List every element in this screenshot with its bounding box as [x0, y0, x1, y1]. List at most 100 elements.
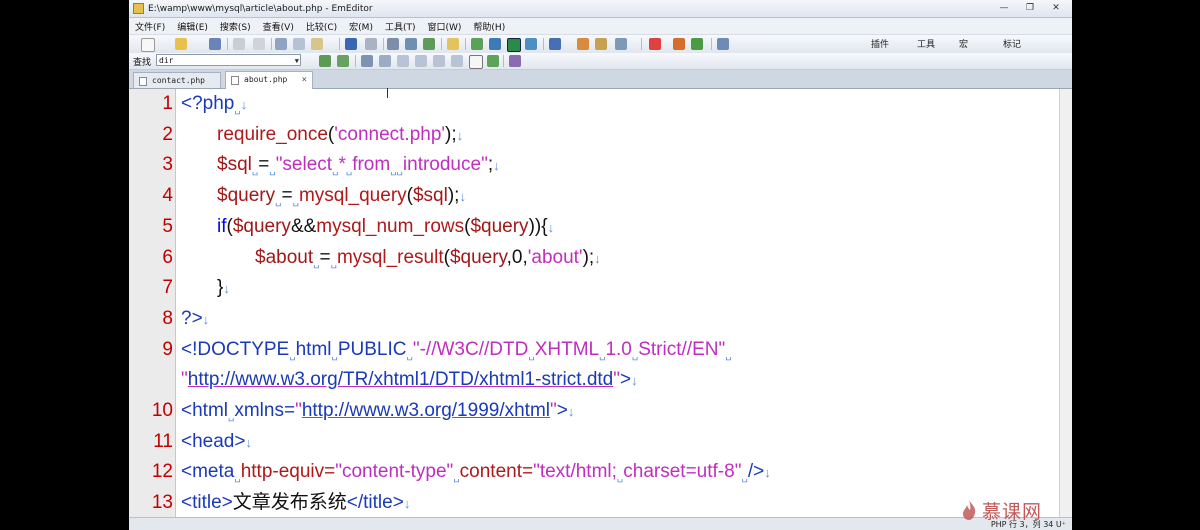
code-token: > — [556, 400, 568, 421]
wrap-icon[interactable] — [489, 38, 501, 50]
wildcard-icon[interactable] — [451, 55, 463, 67]
highlight-icon[interactable] — [447, 38, 459, 50]
code-line[interactable]: 10 <html␣xmlns="http://www.w3.org/1999/xh… — [129, 396, 1072, 426]
code-token: <!DOCTYPE — [181, 338, 290, 360]
find-up-icon[interactable] — [337, 55, 349, 67]
menu-edit[interactable]: 编辑(E) — [171, 20, 214, 33]
line-end-icon: ↓ — [223, 281, 230, 297]
find-dialog-icon[interactable] — [361, 55, 373, 67]
highlight-search-icon[interactable] — [469, 55, 483, 69]
sync-scroll-icon[interactable] — [577, 38, 589, 50]
code-line[interactable]: 5 if($query&&mysql_num_rows($query)){↓ — [129, 212, 1072, 242]
code-line[interactable]: 4 $query␣=␣mysql_query($sql);↓ — [129, 181, 1072, 211]
find-icon[interactable] — [387, 38, 399, 50]
code-token: from — [352, 154, 391, 176]
window-title: E:\wamp\www\mysql\article\about.php - Em… — [148, 3, 373, 14]
code-line[interactable]: 7}↓ — [129, 273, 1072, 303]
menu-macro[interactable]: 宏(M) — [343, 20, 379, 33]
menu-file[interactable]: 文件(F) — [129, 20, 171, 33]
run-macro-icon[interactable] — [673, 38, 685, 50]
find-next-icon[interactable] — [405, 38, 417, 50]
tool-icon[interactable] — [717, 38, 729, 50]
menu-compare[interactable]: 比较(C) — [300, 20, 343, 33]
plugins-toolbar[interactable]: 插件 — [871, 37, 889, 50]
line-number: 1 — [162, 93, 173, 114]
menu-help[interactable]: 帮助(H) — [467, 20, 511, 33]
escape-seq-icon[interactable] — [433, 55, 445, 67]
compare-icon[interactable] — [549, 38, 561, 50]
menu-view[interactable]: 查看(V) — [257, 20, 300, 33]
replace-icon[interactable] — [423, 38, 435, 50]
code-token: /> — [747, 461, 765, 483]
print-icon[interactable] — [233, 38, 245, 50]
code-token: "-//W3C//DTD — [412, 338, 529, 360]
chevron-down-icon[interactable]: ▼ — [295, 55, 299, 67]
code-token: " — [181, 369, 188, 391]
print-preview-icon[interactable] — [253, 38, 265, 50]
code-line[interactable]: "http://www.w3.org/TR/xhtml1/DTD/xhtml1-… — [129, 365, 1072, 395]
wrap-page-icon[interactable] — [525, 38, 537, 50]
paste-icon[interactable] — [311, 38, 323, 50]
undo-icon[interactable] — [345, 38, 357, 50]
code-line[interactable]: 1 <?php␣↓ — [129, 89, 1072, 119]
code-line[interactable]: 9 <!DOCTYPE␣html␣PUBLIC␣"-//W3C//DTD␣XHTM… — [129, 335, 1072, 365]
line-number: 8 — [162, 307, 173, 329]
vertical-scrollbar[interactable] — [1059, 89, 1072, 517]
line-number: 3 — [162, 154, 173, 176]
font-icon[interactable] — [615, 38, 627, 50]
code-line[interactable]: 8 ?>↓ — [129, 304, 1072, 334]
menu-tools[interactable]: 工具(T) — [379, 20, 422, 33]
code-text: <head>↓ — [181, 427, 252, 458]
macros-toolbar[interactable]: 宏 — [959, 37, 968, 50]
code-token: $sql — [412, 185, 448, 207]
code-line[interactable]: 6 $about␣=␣mysql_result($query,0,'about')… — [129, 243, 1072, 273]
incremental-search-icon[interactable] — [487, 55, 499, 67]
markers-toolbar[interactable]: 标记 — [1003, 37, 1021, 50]
copy-icon[interactable] — [293, 38, 305, 50]
menu-window[interactable]: 窗口(W) — [422, 20, 468, 33]
new-file-icon[interactable] — [141, 38, 155, 52]
code-line[interactable]: 11 <head>↓ — [129, 427, 1072, 457]
code-line[interactable]: 3 $sql␣=␣"select␣*␣from␣␣introduce";↓ — [129, 150, 1072, 180]
watermark-text: 慕课网 — [982, 500, 1043, 523]
cut-icon[interactable] — [275, 38, 287, 50]
code-token: " — [550, 400, 557, 421]
code-token: mysql_num_rows — [316, 215, 465, 237]
line-number: 13 — [151, 492, 173, 514]
redo-icon[interactable] — [365, 38, 377, 50]
play-macro-icon[interactable] — [691, 38, 703, 50]
close-button[interactable]: ✕ — [1046, 2, 1066, 15]
close-tab-icon[interactable]: × — [302, 72, 307, 88]
code-line[interactable]: 2 require_once('connect.php');↓ — [129, 120, 1072, 150]
code-token: )){ — [528, 215, 548, 237]
tools-toolbar[interactable]: 工具 — [917, 37, 935, 50]
code-token: "text/html; — [533, 461, 617, 483]
code-editor[interactable]: 1 <?php ␣ ↓ 2 require_once('connect.php');↓ 3 $… — [129, 89, 1072, 517]
match-case-icon[interactable] — [379, 55, 391, 67]
code-token: XHTML — [534, 338, 600, 360]
find-input-value: dir — [159, 56, 174, 65]
settings-icon[interactable] — [595, 38, 607, 50]
line-number: 5 — [162, 215, 173, 237]
whole-word-icon[interactable] — [397, 55, 409, 67]
code-line[interactable]: 12 <meta␣http-equiv="content-type"␣conten… — [129, 457, 1072, 487]
minimize-button[interactable]: — — [994, 2, 1014, 15]
menu-search[interactable]: 搜索(S) — [214, 20, 257, 33]
maximize-button[interactable]: ❐ — [1020, 2, 1040, 15]
find-input[interactable]: dir ▼ — [156, 54, 301, 66]
menu-bar: 文件(F) 编辑(E) 搜索(S) 查看(V) 比较(C) 宏(M) 工具(T)… — [129, 18, 1072, 34]
split-view-icon[interactable] — [471, 38, 483, 50]
find-down-icon[interactable] — [319, 55, 331, 67]
wrap-window-icon[interactable] — [507, 38, 521, 52]
file-icon — [231, 76, 239, 85]
batch-find-icon[interactable] — [509, 55, 521, 67]
tab-about-php[interactable]: about.php × — [225, 71, 313, 89]
regex-icon[interactable] — [415, 55, 427, 67]
record-macro-icon[interactable] — [649, 38, 661, 50]
code-text: <title>文章发布系统</title>↓ — [181, 488, 410, 517]
code-line[interactable]: 13 <title>文章发布系统</title>↓ — [129, 488, 1072, 517]
open-folder-icon[interactable] — [175, 38, 187, 50]
code-token: $sql — [217, 154, 252, 176]
tab-contact-php[interactable]: contact.php — [133, 72, 221, 88]
save-icon[interactable] — [209, 38, 221, 50]
